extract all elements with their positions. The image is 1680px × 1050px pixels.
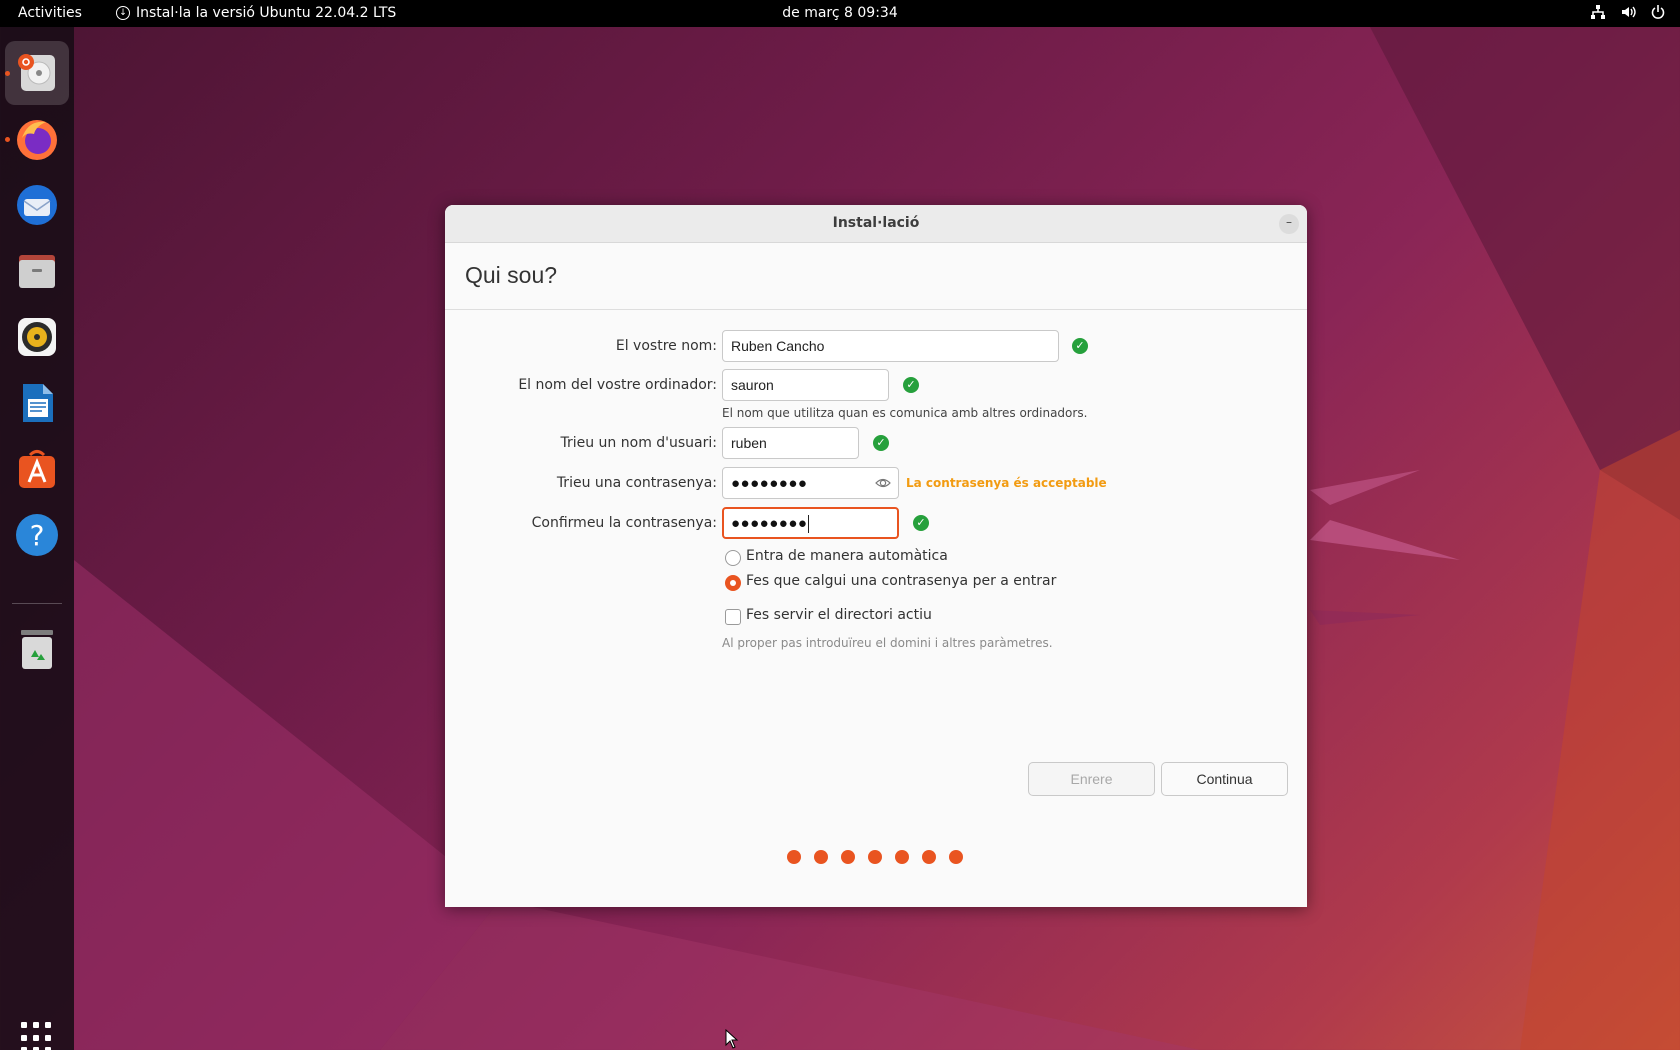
mouse-pointer-icon	[725, 1029, 739, 1049]
dialog-title: Instal·lació	[832, 215, 920, 231]
dock: ?	[0, 27, 74, 1050]
files-icon	[19, 255, 55, 288]
activities-button[interactable]: Activities	[18, 5, 82, 21]
password-mask: ●●●●●●●●	[731, 475, 808, 492]
progress-dot	[895, 850, 909, 864]
text-caret	[808, 515, 810, 534]
progress-dot	[787, 850, 801, 864]
help-icon: ?	[16, 514, 58, 556]
progress-dot	[868, 850, 882, 864]
name-field[interactable]: Ruben Cancho	[722, 330, 1059, 362]
dock-item-thunderbird[interactable]	[5, 173, 69, 237]
svg-text:?: ?	[30, 519, 45, 552]
dock-item-writer[interactable]	[5, 371, 69, 435]
running-indicator	[5, 137, 10, 142]
computer-name-valid-icon: ✓	[903, 377, 919, 393]
progress-dot	[841, 850, 855, 864]
confirm-password-mask: ●●●●●●●●	[731, 515, 808, 532]
page-title: Qui sou?	[445, 243, 1307, 310]
top-bar: Activities ↓ Instal·la la versió Ubuntu …	[0, 0, 1680, 27]
app-menu[interactable]: ↓ Instal·la la versió Ubuntu 22.04.2 LTS	[116, 5, 396, 21]
login-auto-label[interactable]: Entra de manera automàtica	[746, 548, 948, 564]
confirm-password-valid-icon: ✓	[913, 515, 929, 531]
dock-item-software[interactable]	[5, 437, 69, 501]
app-grid-icon[interactable]	[21, 1022, 53, 1050]
username-label: Trieu un nom d'usuari:	[560, 435, 717, 451]
dock-item-files[interactable]	[5, 239, 69, 303]
clock[interactable]: de març 8 09:34	[782, 5, 897, 21]
active-directory-hint: Al proper pas introduïreu el domini i al…	[722, 636, 1053, 650]
computer-name-hint: El nom que utilitza quan es comunica amb…	[722, 406, 1088, 420]
show-password-icon[interactable]	[875, 475, 891, 491]
dialog-titlebar: Instal·lació –	[445, 205, 1307, 243]
ubuntu-installer-icon	[18, 54, 55, 91]
installer-dialog: Instal·lació – Qui sou? El vostre nom: R…	[445, 205, 1307, 907]
computer-name-label: El nom del vostre ordinador:	[518, 377, 717, 393]
progress-dot	[922, 850, 936, 864]
progress-dot	[949, 850, 963, 864]
app-menu-label: Instal·la la versió Ubuntu 22.04.2 LTS	[136, 5, 397, 21]
password-field[interactable]: ●●●●●●●●	[722, 467, 899, 499]
system-tray[interactable]	[1590, 4, 1666, 20]
dock-item-trash[interactable]	[5, 617, 69, 681]
confirm-password-field[interactable]: ●●●●●●●●	[722, 507, 899, 539]
name-valid-icon: ✓	[1072, 338, 1088, 354]
libreoffice-writer-icon	[23, 384, 53, 422]
install-progress-dots	[787, 850, 963, 864]
progress-dot	[814, 850, 828, 864]
continue-button[interactable]: Continua	[1161, 762, 1288, 796]
login-auto-radio[interactable]	[725, 550, 741, 566]
active-directory-checkbox[interactable]	[725, 609, 741, 625]
dock-item-firefox[interactable]	[5, 107, 69, 171]
dock-item-rhythmbox[interactable]	[5, 305, 69, 369]
power-icon	[1651, 5, 1665, 19]
trash-icon	[21, 630, 53, 669]
username-valid-icon: ✓	[873, 435, 889, 451]
name-label: El vostre nom:	[615, 338, 717, 354]
rhythmbox-icon	[18, 318, 56, 356]
password-label: Trieu una contrasenya:	[556, 475, 717, 491]
confirm-password-label: Confirmeu la contrasenya:	[531, 515, 717, 531]
active-directory-label[interactable]: Fes servir el directori actiu	[746, 607, 932, 623]
network-icon	[1591, 5, 1605, 19]
login-password-label[interactable]: Fes que calgui una contrasenya per a ent…	[746, 573, 1056, 589]
username-field[interactable]: ruben	[722, 427, 859, 459]
password-strength: La contrasenya és acceptable	[906, 476, 1107, 490]
thunderbird-icon	[17, 185, 57, 225]
volume-icon	[1622, 6, 1636, 18]
login-password-radio[interactable]	[725, 575, 741, 591]
dock-separator	[12, 603, 62, 604]
ubuntu-software-icon	[19, 450, 55, 488]
running-indicator	[5, 71, 10, 76]
back-button[interactable]: Enrere	[1028, 762, 1155, 796]
minimize-button[interactable]: –	[1279, 214, 1299, 234]
firefox-icon	[17, 120, 57, 160]
computer-name-field[interactable]: sauron	[722, 369, 889, 401]
dock-item-installer[interactable]	[5, 41, 69, 105]
dock-item-help[interactable]: ?	[5, 503, 69, 567]
installer-app-icon: ↓	[116, 6, 130, 20]
